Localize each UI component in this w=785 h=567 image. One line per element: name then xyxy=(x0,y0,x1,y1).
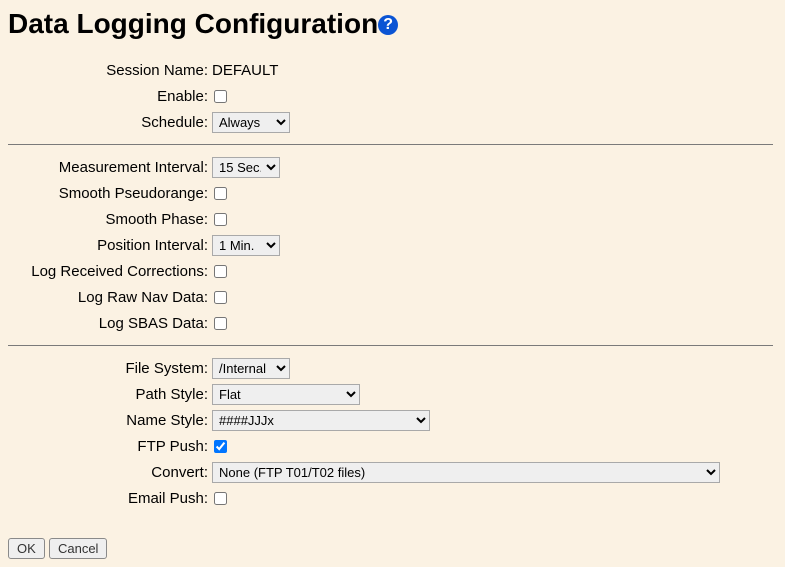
measurement-interval-label: Measurement Interval: xyxy=(8,159,212,176)
ftp-push-label: FTP Push: xyxy=(8,438,212,455)
smooth-pseudorange-label: Smooth Pseudorange: xyxy=(8,185,212,202)
smooth-phase-label: Smooth Phase: xyxy=(8,211,212,228)
ftp-push-checkbox[interactable] xyxy=(214,440,227,453)
enable-label: Enable: xyxy=(8,88,212,105)
log-sbas-label: Log SBAS Data: xyxy=(8,315,212,332)
log-raw-nav-label: Log Raw Nav Data: xyxy=(8,289,212,306)
enable-checkbox[interactable] xyxy=(214,90,227,103)
convert-select[interactable]: None (FTP T01/T02 files) xyxy=(212,462,720,483)
session-name-label: Session Name: xyxy=(8,62,212,79)
log-received-corrections-label: Log Received Corrections: xyxy=(8,263,212,280)
schedule-select[interactable]: Always xyxy=(212,112,290,133)
position-interval-label: Position Interval: xyxy=(8,237,212,254)
file-system-select[interactable]: /Internal xyxy=(212,358,290,379)
email-push-label: Email Push: xyxy=(8,490,212,507)
divider-2 xyxy=(8,345,773,346)
page-title-text: Data Logging Configuration xyxy=(8,8,378,39)
measurement-interval-select[interactable]: 15 Sec. xyxy=(212,157,280,178)
position-interval-select[interactable]: 1 Min. xyxy=(212,235,280,256)
log-sbas-checkbox[interactable] xyxy=(214,317,227,330)
log-received-corrections-checkbox[interactable] xyxy=(214,265,227,278)
divider-1 xyxy=(8,144,773,145)
help-icon[interactable]: ? xyxy=(378,15,398,35)
email-push-checkbox[interactable] xyxy=(214,492,227,505)
page-title: Data Logging Configuration? xyxy=(8,8,777,40)
session-name-value: DEFAULT xyxy=(212,62,278,79)
smooth-pseudorange-checkbox[interactable] xyxy=(214,187,227,200)
file-system-label: File System: xyxy=(8,360,212,377)
smooth-phase-checkbox[interactable] xyxy=(214,213,227,226)
name-style-label: Name Style: xyxy=(8,412,212,429)
path-style-select[interactable]: Flat xyxy=(212,384,360,405)
log-raw-nav-checkbox[interactable] xyxy=(214,291,227,304)
name-style-select[interactable]: ####JJJx xyxy=(212,410,430,431)
schedule-label: Schedule: xyxy=(8,114,212,131)
convert-label: Convert: xyxy=(8,464,212,481)
cancel-button[interactable]: Cancel xyxy=(49,538,107,559)
path-style-label: Path Style: xyxy=(8,386,212,403)
ok-button[interactable]: OK xyxy=(8,538,45,559)
